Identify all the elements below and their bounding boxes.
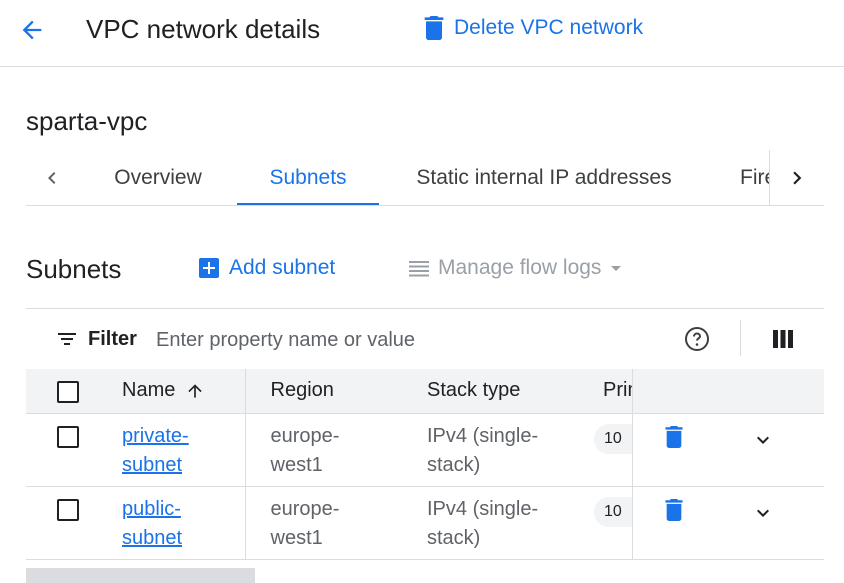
vpc-name-heading: sparta-vpc [26,106,148,136]
tab-bar: Overview Subnets Static internal IP addr… [26,150,824,206]
region-text: europe- [270,424,340,447]
tabs-scroll-left-button[interactable] [40,166,64,190]
column-header-region[interactable]: Region [244,369,402,414]
add-subnet-label: Add subnet [229,256,336,279]
region-text: west1 [270,526,323,549]
delete-subnet-button[interactable] [664,425,683,457]
trash-icon [664,425,683,448]
table-row: private- subnet europe- west1 IPv4 (sing… [26,413,824,487]
expand-row-button[interactable] [751,428,775,461]
chevron-left-icon [48,172,56,184]
column-header-actions [631,369,722,414]
region-text: west1 [270,453,323,476]
dropdown-arrow-icon [611,266,622,271]
row-name-cell: public- subnet [109,486,245,560]
row-actions-cell [631,413,722,487]
expand-row-button[interactable] [751,501,775,534]
filter-bar: Filter [26,310,824,368]
chevron-down-icon [757,436,769,444]
tab-overview-label: Overview [114,166,202,189]
row-stack-type-cell: IPv4 (single- stack) [402,413,595,487]
page-title: VPC network details [86,14,321,44]
filter-list-icon [58,333,76,345]
delete-subnet-button[interactable] [664,498,683,530]
delete-vpc-label: Delete VPC network [454,16,644,39]
add-box-icon [199,258,219,278]
stack-type-text: stack) [427,453,481,476]
row-name-cell: private- subnet [109,413,245,487]
row-actions-cell [631,486,722,560]
row-primary-cell: 10 [594,486,632,560]
tab-static-internal-ip-label: Static internal IP addresses [416,166,672,189]
row-region-cell: europe- west1 [244,413,402,487]
top-bar: VPC network details Delete VPC network [0,0,844,67]
row-select-cell [26,486,109,560]
primary-range-chip: 10 [594,423,632,454]
trash-icon [424,16,444,40]
row-select-cell [26,413,109,487]
row-stack-type-cell: IPv4 (single- stack) [402,486,595,560]
stack-type-text: IPv4 (single- [427,497,539,520]
subnet-name-link[interactable]: private- [122,425,189,447]
sort-arrow-up-icon [188,383,203,398]
column-header-name-label: Name [122,379,176,401]
row-region-cell: europe- west1 [244,486,402,560]
stack-type-text: IPv4 (single- [427,424,539,447]
select-all-checkbox[interactable] [57,381,79,403]
tab-subnets[interactable]: Subnets [237,150,379,205]
subnets-table: Name Region Stack type Prim private- sub… [26,369,824,560]
chevron-right-icon [793,171,802,185]
chevron-down-icon [757,509,769,517]
column-display-icon[interactable] [772,328,794,350]
help-icon[interactable] [684,326,710,352]
primary-range-chip: 10 [594,496,632,527]
row-primary-cell: 10 [594,413,632,487]
select-all-cell [26,369,109,414]
table-row: public- subnet europe- west1 IPv4 (singl… [26,486,824,560]
subnet-name-link[interactable]: public- [122,498,181,520]
row-checkbox[interactable] [57,498,79,521]
tab-overview[interactable]: Overview [88,150,228,205]
row-expand-cell [722,413,824,487]
row-expand-cell [722,486,824,560]
row-checkbox[interactable] [57,425,79,448]
trash-icon [664,498,683,521]
horizontal-scrollbar[interactable] [26,568,255,583]
divider [26,308,824,309]
back-button[interactable] [14,12,50,48]
arrow-back-icon [22,20,42,40]
tab-static-internal-ip[interactable]: Static internal IP addresses [391,150,697,205]
region-text: europe- [270,497,340,520]
table-header-row: Name Region Stack type Prim [26,369,824,414]
tabs-scroll-right-button[interactable] [770,150,824,205]
column-header-expand [722,369,824,414]
tab-subnets-label: Subnets [269,166,347,189]
toolbar-divider [740,320,741,356]
manage-flow-logs-button[interactable]: Manage flow logs [408,256,623,280]
column-header-primary[interactable]: Prim [595,369,632,414]
subnets-section-title: Subnets [26,254,122,284]
subnet-name-link[interactable]: subnet [122,527,182,549]
filter-input[interactable] [156,324,666,356]
manage-flow-logs-label: Manage flow logs [438,256,602,279]
column-header-name[interactable]: Name [109,369,245,414]
column-header-stack-type[interactable]: Stack type [402,369,595,414]
list-lines-icon [409,261,429,277]
stack-type-text: stack) [427,526,481,549]
delete-vpc-button[interactable]: Delete VPC network [424,16,643,40]
subnet-name-link[interactable]: subnet [122,454,182,476]
filter-label: Filter [88,328,137,350]
add-subnet-button[interactable]: Add subnet [199,256,335,280]
